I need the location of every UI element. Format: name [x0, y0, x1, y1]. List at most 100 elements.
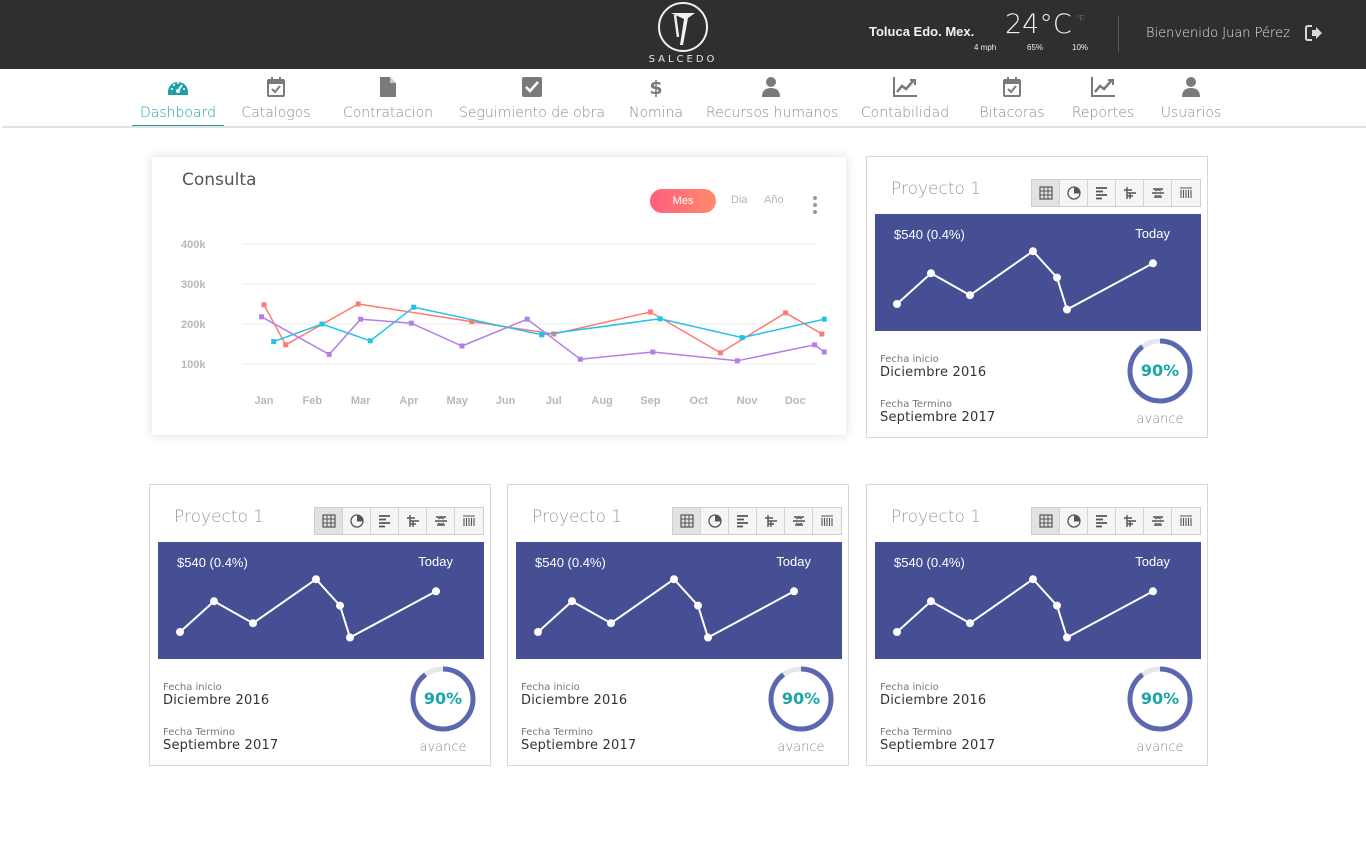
pie-chart-icon: [707, 514, 722, 528]
series-point-2[interactable]: [326, 351, 332, 357]
progress-label: avance: [1136, 412, 1184, 427]
series-point-0[interactable]: [783, 310, 789, 316]
toolbar-button-align-left[interactable]: [1088, 508, 1116, 534]
toolbar-button-align-left[interactable]: [729, 508, 757, 534]
progress-value: 90%: [1140, 361, 1180, 380]
indent-icon: [1123, 515, 1136, 527]
period-mes-button[interactable]: Mes: [650, 189, 716, 213]
nav-label: Nomina: [628, 105, 684, 121]
toolbar-button-table[interactable]: [1032, 180, 1060, 206]
series-point-1[interactable]: [657, 316, 663, 322]
start-date-value: Diciembre 2016: [880, 693, 987, 708]
logo[interactable]: SALCEDO: [645, 1, 721, 67]
series-point-0[interactable]: [717, 350, 723, 356]
nav-item-reportes[interactable]: Reportes: [1068, 69, 1138, 127]
checkbox-icon: [522, 77, 542, 97]
logout-button[interactable]: [1305, 24, 1323, 47]
x-tick-label: Jun: [496, 395, 516, 407]
series-point-0[interactable]: [819, 331, 825, 337]
welcome-text: Bienvenido Juan Pérez: [1146, 26, 1290, 41]
period-ano-button[interactable]: Año: [764, 194, 784, 206]
trend-point: [210, 597, 218, 606]
toolbar-button-align-left[interactable]: [1088, 180, 1116, 206]
toolbar-button-strikethrough[interactable]: [785, 508, 813, 534]
project-card: Proyecto 1 $540 (0.4%) Today Fecha inicio Di…: [866, 484, 1208, 766]
series-point-1[interactable]: [739, 335, 745, 341]
series-point-1[interactable]: [411, 304, 417, 310]
series-line-0: [263, 303, 823, 354]
toolbar-button-columns[interactable]: [455, 508, 483, 534]
header-divider: [1118, 16, 1119, 52]
toolbar-button-indent[interactable]: [757, 508, 785, 534]
series-point-0[interactable]: [647, 309, 653, 315]
toolbar-button-pie-chart[interactable]: [1060, 180, 1088, 206]
series-point-2[interactable]: [358, 316, 364, 322]
toolbar-button-strikethrough[interactable]: [1144, 508, 1172, 534]
columns-icon: [1180, 187, 1192, 198]
start-date-value: Diciembre 2016: [163, 693, 270, 708]
series-point-0[interactable]: [355, 301, 361, 307]
series-point-1[interactable]: [271, 339, 277, 345]
toolbar-button-pie-chart[interactable]: [1060, 508, 1088, 534]
view-toolbar: [1031, 179, 1201, 207]
nav-item-usuarios[interactable]: Usuarios: [1158, 69, 1224, 127]
series-point-0[interactable]: [283, 342, 289, 348]
toolbar-button-columns[interactable]: [813, 508, 841, 534]
series-point-2[interactable]: [408, 320, 414, 326]
nav-item-nomina[interactable]: $ Nomina: [626, 69, 686, 127]
series-point-2[interactable]: [524, 316, 530, 322]
series-point-1[interactable]: [821, 316, 827, 322]
x-tick-label: Feb: [303, 395, 323, 407]
toolbar-button-columns[interactable]: [1172, 508, 1200, 534]
series-point-2[interactable]: [259, 314, 265, 320]
nav-item-seguimiento-de-obra[interactable]: Seguimiento de obra: [458, 69, 606, 127]
project-title: Proyecto 1: [174, 507, 265, 527]
toolbar-button-strikethrough[interactable]: [1144, 180, 1172, 206]
weather-humidity: 65%: [1027, 43, 1044, 52]
period-dia-button[interactable]: Dia: [731, 194, 748, 206]
toolbar-button-table[interactable]: [1032, 508, 1060, 534]
series-point-2[interactable]: [459, 343, 465, 349]
nav-item-catalogos[interactable]: Catalogos: [236, 69, 316, 127]
toolbar-button-columns[interactable]: [1172, 180, 1200, 206]
x-tick-label: Mar: [351, 395, 371, 407]
trend-point: [568, 597, 576, 606]
series-point-1[interactable]: [367, 338, 373, 344]
trend-point: [249, 619, 257, 628]
more-options-icon[interactable]: [812, 195, 818, 215]
toolbar-button-align-left[interactable]: [371, 508, 399, 534]
series-point-2[interactable]: [650, 349, 656, 355]
x-tick-label: May: [446, 395, 468, 407]
weather-unit-toggle[interactable]: °F: [1076, 14, 1084, 23]
toolbar-button-strikethrough[interactable]: [427, 508, 455, 534]
toolbar-button-indent[interactable]: [1116, 508, 1144, 534]
toolbar-button-indent[interactable]: [1116, 180, 1144, 206]
series-point-0[interactable]: [261, 302, 267, 308]
toolbar-button-pie-chart[interactable]: [701, 508, 729, 534]
project-title: Proyecto 1: [532, 507, 623, 527]
svg-text:$: $: [649, 77, 662, 97]
nav-item-contabilidad[interactable]: Contabilidad: [854, 69, 956, 127]
toolbar-button-table[interactable]: [673, 508, 701, 534]
series-point-2[interactable]: [821, 349, 827, 355]
series-point-2[interactable]: [577, 356, 583, 362]
nav-item-recursos-humanos[interactable]: Recursos humanos: [706, 69, 838, 127]
toolbar-button-indent[interactable]: [399, 508, 427, 534]
nav-item-dashboard[interactable]: Dashboard: [132, 69, 224, 128]
progress-value: 90%: [781, 689, 821, 708]
trend-point: [893, 300, 901, 308]
series-point-1[interactable]: [319, 321, 325, 327]
series-point-2[interactable]: [812, 342, 818, 348]
nav-item-contratacion[interactable]: Contratacion: [338, 69, 438, 127]
project-trend-panel: $540 (0.4%) Today: [875, 214, 1201, 331]
project-today-label: Today: [418, 554, 453, 569]
series-point-2[interactable]: [734, 358, 740, 364]
weather-location: Toluca Edo. Mex.: [869, 24, 975, 39]
project-trend-panel: $540 (0.4%) Today: [875, 542, 1201, 659]
start-date-label: Fecha inicio: [880, 682, 939, 693]
toolbar-button-pie-chart[interactable]: [343, 508, 371, 534]
nav-label: Dashboard: [140, 105, 216, 121]
nav-item-bitacoras[interactable]: Bitacoras: [976, 69, 1048, 127]
series-point-1[interactable]: [539, 332, 545, 338]
toolbar-button-table[interactable]: [315, 508, 343, 534]
